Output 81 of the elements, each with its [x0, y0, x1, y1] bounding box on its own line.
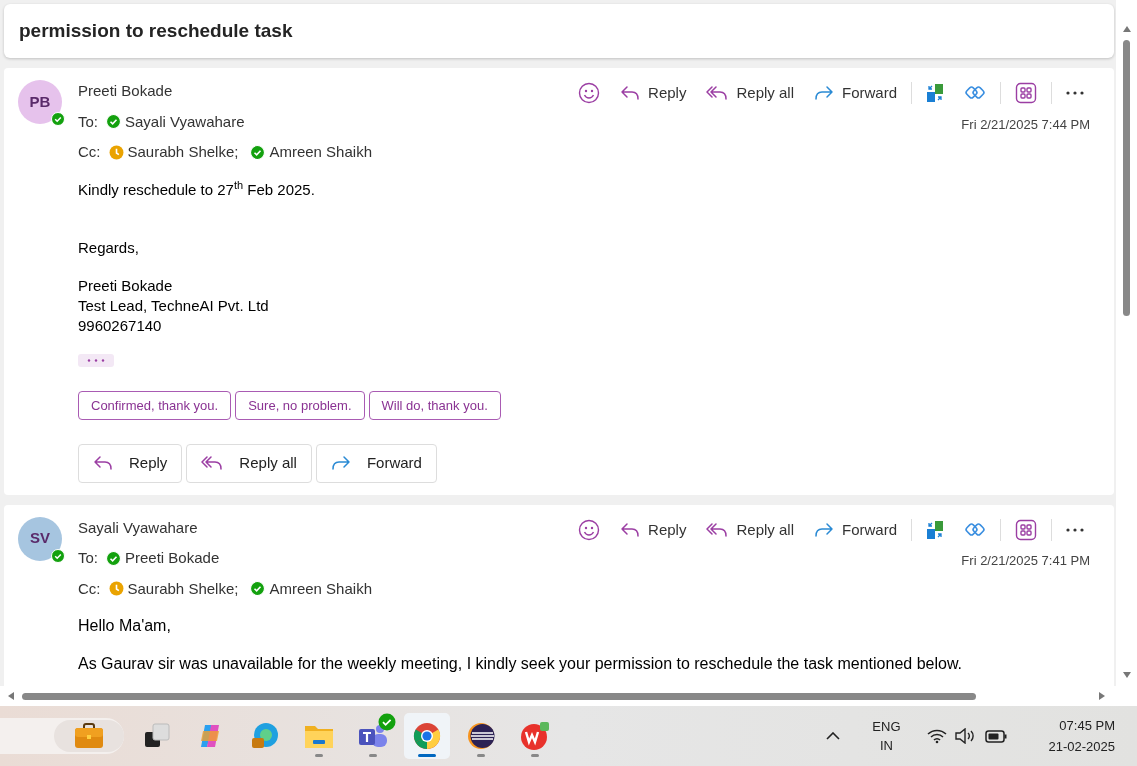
region-text[interactable]: IN — [872, 736, 901, 755]
recipient-name[interactable]: Saurabh Shelke; — [127, 577, 239, 600]
language-text[interactable]: ENG — [872, 717, 901, 736]
subject-title: permission to reschedule task — [19, 18, 293, 43]
suggested-reply-button[interactable]: Will do, thank you. — [368, 390, 501, 420]
suggested-reply-button[interactable]: Confirmed, thank you. — [78, 390, 232, 420]
w-logo-icon — [520, 721, 550, 751]
body-text: Kindly reschedule to 27$^{th}$ Feb 2025. — [78, 179, 316, 200]
body-text: Test Lead, TechneAI Pvt. Ltd — [78, 295, 270, 316]
speaker-icon[interactable] — [954, 728, 977, 744]
scrollbar-thumb[interactable] — [1123, 40, 1130, 316]
recipient-label: Cc: — [78, 578, 101, 599]
vertical-scrollbar[interactable] — [1116, 0, 1137, 686]
briefcase-icon — [74, 723, 104, 749]
apps-icon[interactable] — [1015, 518, 1037, 541]
body-text: As Gaurav sir was unavailable for the weekly meeting, I kindly seek your permission to reschedule the task mentioned below. — [78, 654, 963, 674]
body-text: Hello Ma'am, — [78, 616, 172, 636]
recipient-name[interactable]: Amreen Shaikh — [269, 141, 372, 164]
wifi-icon[interactable] — [926, 728, 947, 744]
round-browser-icon — [413, 722, 441, 750]
show-trimmed-button[interactable] — [78, 353, 114, 367]
message-time: Fri 2/21/2025 7:44 PM — [961, 115, 1090, 134]
scroll-left-icon[interactable] — [8, 692, 14, 700]
chevron-up-icon[interactable] — [826, 732, 841, 740]
apps-icon[interactable] — [1015, 82, 1037, 105]
emoji-icon[interactable] — [578, 82, 601, 105]
ellipsis-icon — [87, 358, 105, 362]
widgets-bar[interactable] — [0, 718, 124, 754]
recipient-name[interactable]: Sayali Vyawahare — [125, 110, 245, 133]
scroll-up-icon[interactable] — [1122, 26, 1131, 32]
recipient-label: To: — [78, 111, 98, 132]
reply-button[interactable]: Reply — [614, 80, 693, 107]
reply-all-icon — [706, 521, 729, 538]
reply-all-button[interactable]: Reply all — [700, 516, 800, 543]
forward-button[interactable]: Forward — [315, 444, 437, 483]
reply-all-icon — [706, 85, 729, 102]
translate-icon[interactable] — [926, 519, 944, 540]
recipient-label: To: — [78, 548, 98, 568]
emoji-icon[interactable] — [578, 518, 601, 541]
more-icon[interactable] — [1066, 91, 1084, 96]
horizontal-scrollbar[interactable] — [0, 686, 1137, 706]
scroll-down-icon[interactable] — [1122, 672, 1131, 678]
sender-name: Sayali Vyawahare — [78, 517, 199, 538]
forward-icon — [330, 455, 351, 472]
translate-icon[interactable] — [926, 83, 944, 104]
clock-time[interactable]: 07:45 PM — [1048, 715, 1115, 736]
reply-button[interactable]: Reply — [78, 444, 183, 483]
recipient-label: Cc: — [78, 142, 101, 162]
wave-browser-icon — [251, 722, 279, 750]
recipient-name[interactable]: Amreen Shaikh — [269, 577, 372, 600]
suggested-reply-button[interactable]: Sure, no problem. — [235, 390, 365, 420]
scrollbar-thumb[interactable] — [22, 692, 976, 700]
clock-date[interactable]: 21-02-2025 — [1048, 736, 1115, 757]
recipient-name[interactable]: Saurabh Shelke; — [127, 141, 239, 164]
folder-icon — [304, 723, 334, 749]
forward-button[interactable]: Forward — [808, 516, 903, 543]
people-t-icon — [358, 723, 388, 749]
forward-icon — [814, 85, 834, 102]
reply-button[interactable]: Reply — [614, 516, 693, 543]
avatar-initials: PB — [29, 91, 51, 112]
battery-icon[interactable] — [984, 729, 1007, 743]
checkmark-badge-icon — [378, 713, 396, 731]
reply-icon — [620, 521, 641, 538]
scroll-right-icon[interactable] — [1099, 692, 1105, 700]
body-text: Regards, — [78, 237, 140, 258]
recipient-name[interactable]: Preeti Bokade — [125, 547, 220, 570]
reply-all-button[interactable]: Reply all — [186, 444, 312, 483]
reply-icon — [93, 455, 113, 472]
sender-name: Preeti Bokade — [78, 81, 174, 101]
message-time: Fri 2/21/2025 7:41 PM — [961, 552, 1090, 570]
body-text: Preeti Bokade — [78, 275, 174, 296]
more-icon[interactable] — [1066, 527, 1084, 532]
striped-circle-icon — [467, 722, 495, 750]
body-text: 9960267140 — [78, 315, 163, 336]
reply-icon — [620, 85, 641, 102]
forward-button[interactable]: Forward — [808, 80, 903, 107]
avatar-initials: SV — [30, 528, 50, 549]
reply-all-icon — [201, 455, 224, 472]
reply-all-button[interactable]: Reply all — [700, 80, 800, 107]
stacked-squares-icon — [144, 723, 170, 749]
forward-icon — [814, 521, 834, 538]
